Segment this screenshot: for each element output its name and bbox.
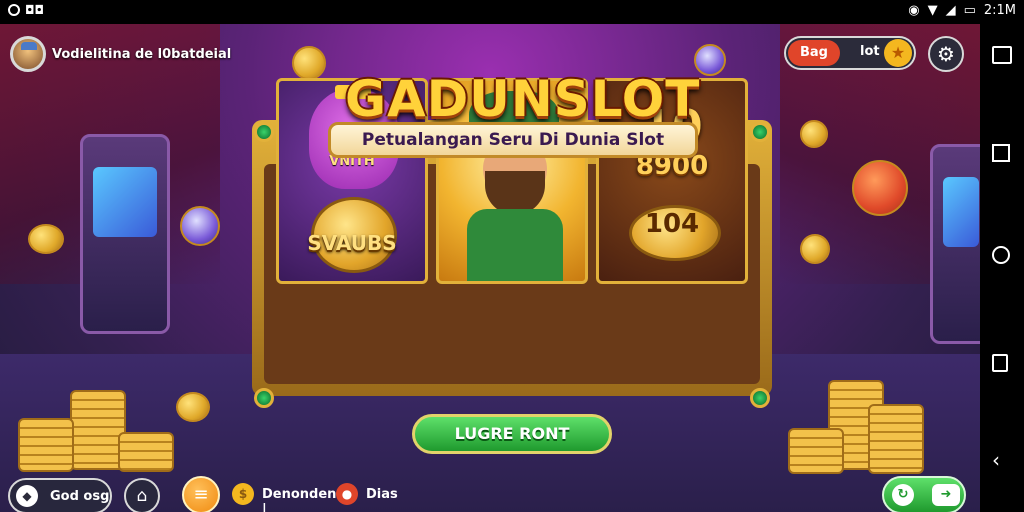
game-title: GADUNSLOT [345, 70, 701, 128]
signal-icon: ◢ [945, 3, 956, 18]
game-subtitle: Petualangan Seru Di Dunia Slot [361, 130, 665, 150]
red-gem-icon: ● [336, 483, 358, 505]
back-icon[interactable]: ‹ [992, 450, 1012, 470]
coin-stack [118, 432, 174, 472]
leprechaun-body [467, 209, 563, 281]
system-nav-bar: ‹ [980, 24, 1024, 512]
square-icon[interactable] [992, 144, 1010, 162]
balance-pill[interactable]: Bag lot ★ [784, 36, 916, 70]
refresh-icon[interactable]: ↻ [892, 484, 914, 506]
alarm-icon: ◉ [908, 3, 920, 18]
arcade-machine-left [80, 134, 170, 334]
status-left: ◘◘ [8, 3, 44, 17]
settings-gear-icon[interactable]: ⚙ [928, 36, 964, 72]
floating-coin [292, 46, 326, 80]
floating-coin [800, 234, 830, 264]
menu-stack-icon[interactable]: ≡ [182, 476, 220, 512]
star-icon[interactable]: ★ [884, 39, 912, 67]
deposit-label: Denonden | [262, 487, 337, 512]
game-screen[interactable]: Vodielitina de l0batdeial Bag lot ★ ⚙ VN… [0, 24, 980, 512]
left-menu-pill[interactable]: ◆ God osg [8, 478, 112, 512]
subtitle-banner: Petualangan Seru Di Dunia Slot [328, 122, 698, 158]
floating-coin [180, 206, 220, 246]
player-name: Vodielitina de l0batdeial [52, 46, 232, 62]
battery-icon: ▭ [963, 3, 976, 18]
avatar[interactable] [10, 36, 46, 72]
recents-icon[interactable] [992, 354, 1008, 372]
arrow-icon: ◆ [16, 485, 38, 507]
floating-coin [28, 224, 64, 254]
balance-label[interactable]: Bag [788, 40, 840, 66]
status-right: ◉ ▼ ◢ ▭ 2:1M [908, 3, 1016, 18]
status-bar: ◘◘ ◉ ▼ ◢ ▭ 2:1M [0, 0, 1024, 24]
frame-gem-icon [254, 388, 274, 408]
floating-coin [176, 392, 210, 422]
home-circle-icon[interactable] [992, 246, 1010, 264]
other-label: Dias [366, 487, 398, 502]
continue-pill[interactable]: ↻ ➜ [882, 476, 966, 512]
other-pill[interactable]: ● Dias [334, 478, 404, 512]
frame-gem-icon [750, 122, 770, 142]
dots-icon: ◘◘ [25, 3, 44, 17]
screenshot-icon[interactable] [992, 46, 1012, 64]
currency-label: lot [860, 44, 880, 59]
floating-coin [852, 160, 908, 216]
floating-coin [800, 120, 828, 148]
coin-icon: $ [232, 483, 254, 505]
arcade-machine-right [930, 144, 980, 344]
reel-1-bottom-text: SVAUBS [307, 231, 397, 255]
arrow-right-icon[interactable]: ➜ [932, 484, 960, 506]
coin-stack [868, 404, 924, 474]
left-menu-label: God osg [50, 489, 110, 504]
reel-3-bottom-text: 104 [644, 209, 700, 239]
coin-stack [788, 428, 844, 474]
play-button[interactable]: LUGRE RONT [412, 414, 612, 454]
deposit-pill[interactable]: $ Denonden | [230, 478, 336, 512]
home-icon[interactable]: ⌂ [124, 478, 160, 512]
status-time: 2:1M [983, 3, 1016, 18]
frame-gem-icon [254, 122, 274, 142]
circle-icon [8, 4, 20, 16]
frame-gem-icon [750, 388, 770, 408]
coin-stack [18, 418, 74, 472]
wifi-icon: ▼ [927, 3, 938, 18]
player-profile[interactable]: Vodielitina de l0batdeial [10, 36, 231, 72]
